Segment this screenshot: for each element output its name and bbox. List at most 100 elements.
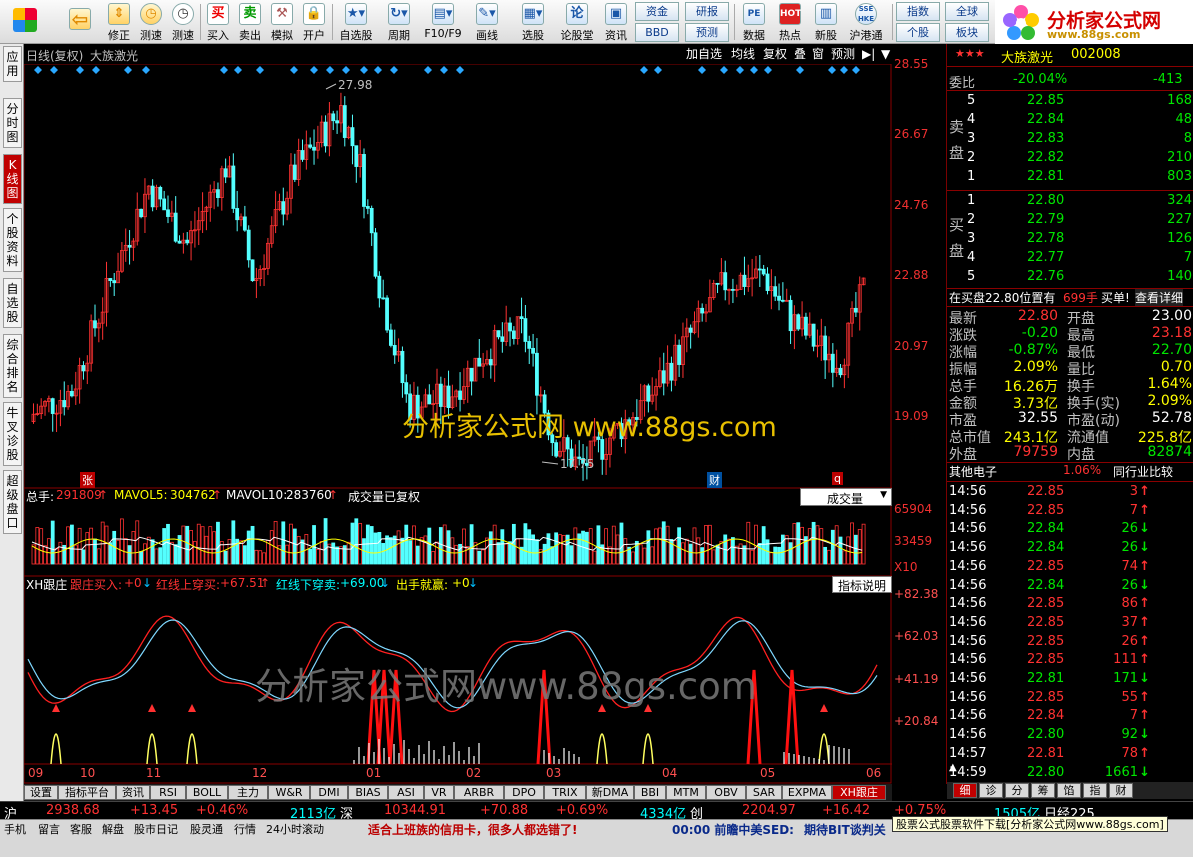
- tab-expma[interactable]: EXPMA: [782, 785, 832, 800]
- left-tab-ranking[interactable]: 综合排名: [3, 334, 22, 398]
- last-bar-button[interactable]: ▶|: [860, 45, 877, 63]
- simulate-button[interactable]: ⚒ 模拟: [267, 0, 297, 44]
- quotes-button[interactable]: 行情: [234, 822, 256, 838]
- event-marker[interactable]: 张: [80, 472, 95, 488]
- fund-button[interactable]: 资金: [635, 2, 679, 21]
- mobile-button[interactable]: 手机: [4, 822, 26, 838]
- global-button[interactable]: 全球: [945, 2, 989, 21]
- tab-mtm[interactable]: MTM: [666, 785, 706, 800]
- forecast-button[interactable]: 预测: [685, 23, 729, 42]
- sell-button[interactable]: 卖 卖出: [235, 0, 265, 44]
- quote-side-tab[interactable]: 诊: [979, 783, 1003, 798]
- left-tab-intraday[interactable]: 分时图: [3, 98, 22, 148]
- left-tab-diagnosis[interactable]: 牛叉诊股: [3, 402, 22, 466]
- tab-arbr[interactable]: ARBR: [454, 785, 504, 800]
- research-button[interactable]: 研报: [685, 2, 729, 21]
- tab-indicator-platform[interactable]: 指标平台: [58, 785, 116, 800]
- ad-ticker[interactable]: 适合上班族的信用卡，很多人都选错了!: [368, 822, 577, 838]
- chart-menu-button[interactable]: ▼: [879, 45, 892, 63]
- message-button[interactable]: 留言: [38, 822, 60, 838]
- buy-level-row[interactable]: 4 22.77 7: [947, 250, 1193, 267]
- sell-level-row[interactable]: 1 22.81 803: [947, 169, 1193, 186]
- industry-compare-link[interactable]: 同行业比较: [1113, 463, 1173, 480]
- tab-xh-follow[interactable]: XH跟庄: [832, 785, 886, 800]
- new-stock-button[interactable]: ▥ 新股: [810, 0, 842, 44]
- discuss-button[interactable]: 论 论股堂: [557, 0, 597, 44]
- sell-level-row[interactable]: 4 22.84 48: [947, 112, 1193, 129]
- moving-average-button[interactable]: 均线: [729, 45, 757, 63]
- buy-level-row[interactable]: 5 22.76 140: [947, 269, 1193, 286]
- f10-button[interactable]: ▤▾ F10/F9: [421, 0, 465, 44]
- tab-sar[interactable]: SAR: [746, 785, 782, 800]
- left-tab-apps[interactable]: 应用: [3, 46, 22, 82]
- tab-new-dma[interactable]: 新DMA: [586, 785, 634, 800]
- guling-button[interactable]: 股灵通: [190, 822, 223, 838]
- indicator-help-button[interactable]: 指标说明: [832, 576, 892, 593]
- quote-side-tab[interactable]: 财: [1109, 783, 1133, 798]
- buy-button[interactable]: 买 买入: [203, 0, 233, 44]
- quote-side-tab[interactable]: 馅: [1057, 783, 1081, 798]
- data-button[interactable]: PE 数据: [738, 0, 770, 44]
- sell-level-row[interactable]: 3 22.83 8: [947, 131, 1193, 148]
- tab-vr[interactable]: VR: [424, 785, 454, 800]
- left-tab-kline[interactable]: K线图: [3, 154, 22, 204]
- tab-settings[interactable]: 设置: [24, 785, 58, 800]
- tab-wr[interactable]: W&R: [268, 785, 310, 800]
- tab-trix[interactable]: TRIX: [544, 785, 586, 800]
- tab-bias[interactable]: BIAS: [348, 785, 388, 800]
- order-notice-link[interactable]: 查看详细: [1135, 289, 1184, 306]
- buy-level-row[interactable]: 2 22.79 227: [947, 212, 1193, 229]
- tab-boll[interactable]: BOLL: [186, 785, 228, 800]
- stock-button[interactable]: 个股: [896, 23, 940, 42]
- tab-obv[interactable]: OBV: [706, 785, 746, 800]
- sell-level-row[interactable]: 5 22.85 168: [947, 93, 1193, 110]
- tab-dpo[interactable]: DPO: [504, 785, 544, 800]
- quote-side-tab[interactable]: 指: [1083, 783, 1107, 798]
- tab-asi[interactable]: ASI: [388, 785, 424, 800]
- volume-selector[interactable]: 成交量 ▼: [800, 488, 892, 506]
- windows-button[interactable]: [6, 0, 44, 44]
- back-button[interactable]: ⇦: [62, 0, 98, 44]
- sector-button[interactable]: 板块: [945, 23, 989, 42]
- bbd-button[interactable]: BBD: [635, 23, 679, 42]
- quote-side-tab[interactable]: 分: [1005, 783, 1029, 798]
- draw-line-button[interactable]: ✎▾ 画线: [467, 0, 507, 44]
- diary-button[interactable]: 股市日记: [134, 822, 178, 838]
- fix-button[interactable]: ⇕ 修正: [104, 0, 134, 44]
- select-stock-button[interactable]: ▦▾ 选股: [511, 0, 555, 44]
- open-account-button[interactable]: 🔒 开户: [299, 0, 329, 44]
- add-watchlist-button[interactable]: 加自选: [684, 45, 724, 63]
- hot-button[interactable]: HOT 热点: [774, 0, 806, 44]
- overlay-button[interactable]: 叠: [792, 45, 808, 63]
- event-marker[interactable]: 财: [707, 472, 722, 488]
- speed-test-button[interactable]: ◷ 测速: [136, 0, 166, 44]
- left-tab-watchlist[interactable]: 自选股: [3, 278, 22, 328]
- news-button[interactable]: ▣ 资讯: [599, 0, 633, 44]
- analysis-button[interactable]: 解盘: [102, 822, 124, 838]
- period-button[interactable]: ↻▾ 周期: [379, 0, 419, 44]
- predict-button[interactable]: 预测: [829, 45, 857, 63]
- index-button[interactable]: 指数: [896, 2, 940, 21]
- watchlist-button[interactable]: ★▾ 自选股: [335, 0, 377, 44]
- tab-dmi[interactable]: DMI: [310, 785, 348, 800]
- news-24h-button[interactable]: 24小时滚动: [266, 822, 324, 838]
- left-tab-super-quote[interactable]: 超级盘口: [3, 470, 22, 534]
- window-button[interactable]: 窗: [810, 45, 826, 63]
- tab-main-force[interactable]: 主力: [228, 785, 268, 800]
- tab-bbi[interactable]: BBI: [634, 785, 666, 800]
- speed-test-button-2[interactable]: ◷ 测速: [168, 0, 198, 44]
- scroll-up-icon[interactable]: ▲: [949, 762, 957, 773]
- tab-rsi[interactable]: RSI: [150, 785, 186, 800]
- event-marker[interactable]: q: [832, 472, 843, 485]
- support-button[interactable]: 客服: [70, 822, 92, 838]
- buy-level-row[interactable]: 1 22.80 324: [947, 193, 1193, 210]
- quote-side-tab[interactable]: 细: [953, 783, 977, 798]
- news-ticker-2[interactable]: 期待BIT谈判关: [804, 822, 886, 838]
- sse-hk-button[interactable]: SSE HKE 沪港通: [846, 0, 886, 44]
- adjust-button[interactable]: 复权: [761, 45, 789, 63]
- tab-news[interactable]: 资讯: [116, 785, 150, 800]
- sell-level-row[interactable]: 2 22.82 210: [947, 150, 1193, 167]
- left-tab-stock-info[interactable]: 个股资料: [3, 208, 22, 272]
- buy-level-row[interactable]: 3 22.78 126: [947, 231, 1193, 248]
- quote-side-tab[interactable]: 筹: [1031, 783, 1055, 798]
